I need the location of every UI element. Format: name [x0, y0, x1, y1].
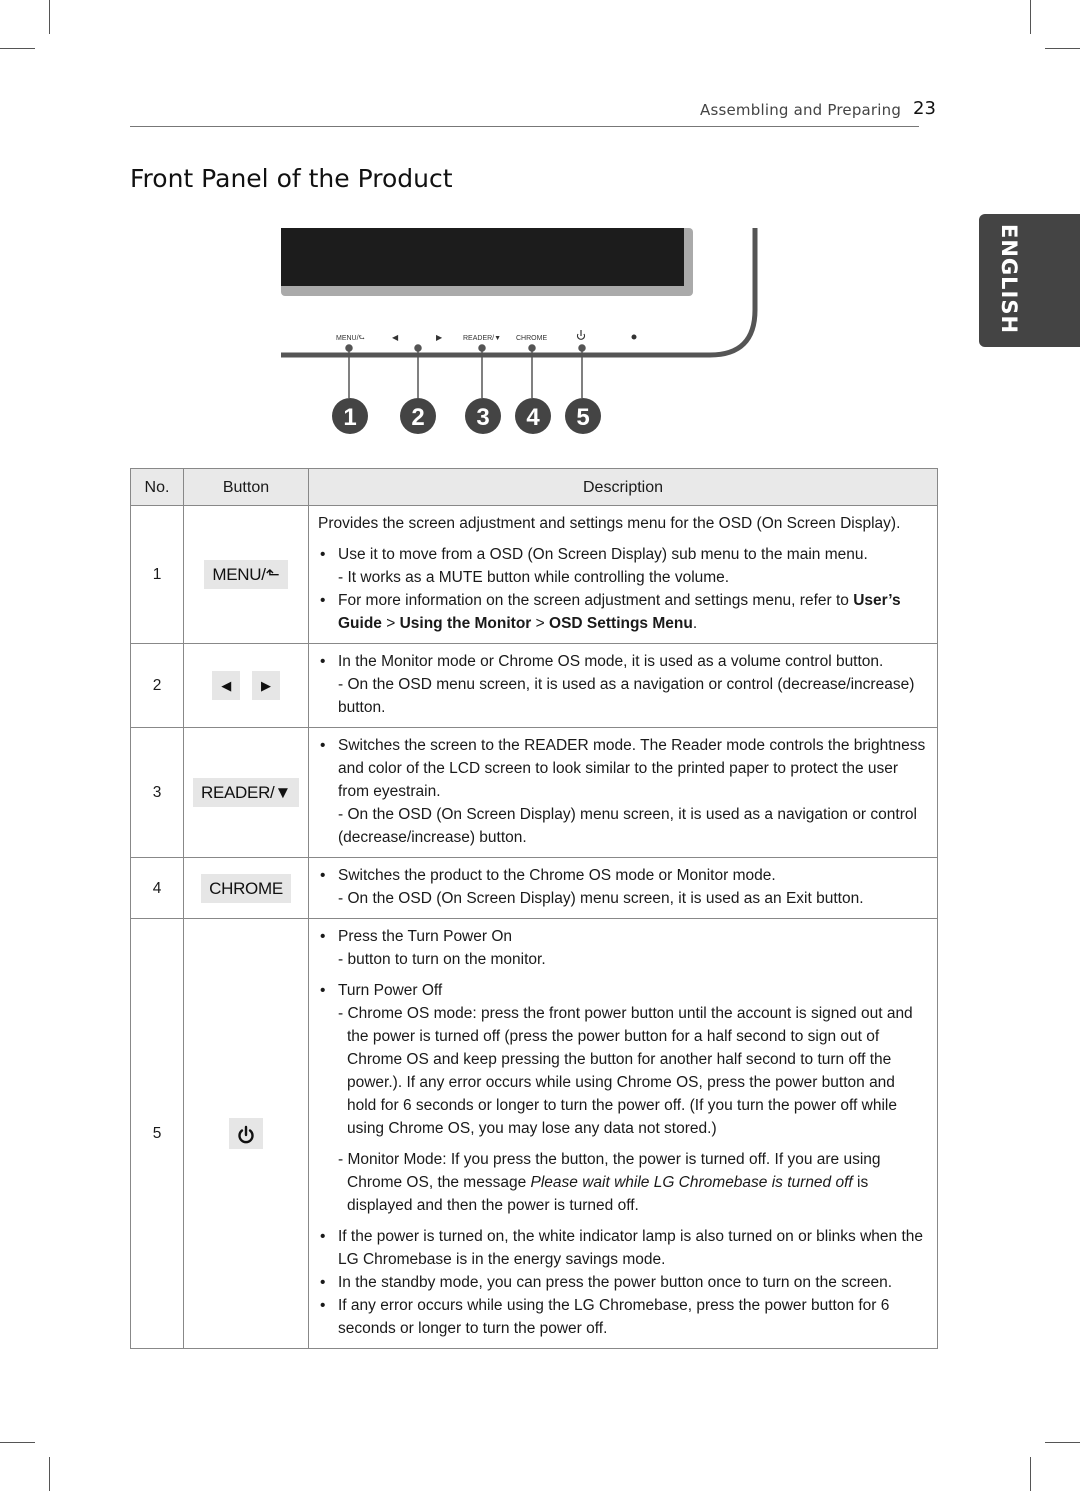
crop-mark: [1045, 48, 1080, 49]
row-description: Provides the screen adjustment and setti…: [308, 505, 938, 644]
language-tab-label: ENGLISH: [997, 224, 1021, 335]
bullet-item: Turn Power Off - Chrome OS mode: press t…: [318, 979, 927, 1217]
callout-5: 5: [576, 404, 589, 431]
language-tab: ENGLISH: [979, 214, 1080, 347]
table-row: 5 Press the Turn Power On- button to tur…: [130, 918, 938, 1349]
crop-mark: [49, 0, 50, 34]
panel-label-reader: READER/▼: [463, 335, 501, 342]
front-panel-diagram: MENU/⮑ ◀ ▶ READER/▼ CHROME 1 2 3 4 5: [270, 220, 770, 440]
power-icon: [238, 1125, 254, 1143]
crop-mark: [49, 1457, 50, 1491]
right-arrow-button-label: ▶: [252, 671, 280, 700]
bullet-item: Switches the screen to the READER mode. …: [318, 734, 927, 849]
panel-label-left: ◀: [392, 333, 399, 342]
ref-using-monitor: Using the Monitor: [399, 615, 532, 632]
running-header: Assembling and Preparing: [700, 101, 902, 119]
sub-paragraph: - Chrome OS mode: press the front power …: [338, 1005, 913, 1137]
row-description: Switches the product to the Chrome OS mo…: [308, 857, 938, 919]
bullet-item: If the power is turned on, the white ind…: [318, 1225, 927, 1271]
bullet-item: For more information on the screen adjus…: [318, 589, 927, 635]
header-description: Description: [308, 468, 938, 506]
menu-button-label: MENU/⬑: [204, 560, 288, 589]
indicator-lamp: [631, 334, 637, 340]
button-dot-1: [345, 344, 353, 352]
button-dot-5: [578, 344, 586, 352]
crop-mark: [0, 48, 35, 49]
table-row: 3 READER/▼ Switches the screen to the RE…: [130, 727, 938, 858]
bullet-item: Press the Turn Power On- button to turn …: [318, 925, 927, 971]
table-row: 2 ◀ ▶ In the Monitor mode or Chrome OS mo…: [130, 643, 938, 728]
table-row: 1 MENU/⬑ Provides the screen adjustment …: [130, 505, 938, 644]
page-number: 23: [913, 98, 936, 119]
screen: [281, 228, 684, 286]
button-dot-3: [478, 344, 486, 352]
button-description-table: No. Button Description 1 MENU/⬑ Provides…: [130, 468, 938, 1349]
chrome-button-label: CHROME: [201, 873, 291, 903]
callout-4: 4: [526, 404, 540, 431]
ref-osd-settings: OSD Settings Menu: [549, 615, 693, 632]
crop-mark: [1030, 0, 1031, 34]
row-description: In the Monitor mode or Chrome OS mode, i…: [308, 643, 938, 728]
header-no: No.: [130, 468, 184, 506]
callout-3: 3: [476, 404, 489, 431]
bullet-item: If any error occurs while using the LG C…: [318, 1294, 927, 1340]
button-dot-2: [414, 344, 422, 352]
row-description: Press the Turn Power On- button to turn …: [308, 918, 938, 1349]
callout-2: 2: [411, 404, 424, 431]
callout-1: 1: [343, 404, 356, 431]
row-number: 5: [130, 918, 184, 1349]
panel-label-chrome: CHROME: [516, 335, 547, 342]
header-rule: [130, 126, 919, 127]
description-intro: Provides the screen adjustment and setti…: [318, 515, 901, 532]
row-number: 1: [130, 505, 184, 644]
panel-label-menu: MENU/⮑: [336, 335, 365, 342]
power-button-label: [229, 1118, 263, 1149]
row-description: Switches the screen to the READER mode. …: [308, 727, 938, 858]
bullet-item: Switches the product to the Chrome OS mo…: [318, 864, 927, 910]
row-number: 2: [130, 643, 184, 728]
sub-paragraph: - Monitor Mode: If you press the button,…: [338, 1151, 881, 1214]
panel-power-icon: [576, 330, 586, 340]
crop-mark: [0, 1442, 35, 1443]
panel-label-right: ▶: [436, 333, 443, 342]
row-number: 3: [130, 727, 184, 858]
page-title: Front Panel of the Product: [130, 164, 453, 193]
left-arrow-button-label: ◀: [212, 671, 240, 700]
bullet-item: Use it to move from a OSD (On Screen Dis…: [318, 543, 927, 589]
button-dot-4: [528, 344, 536, 352]
crop-mark: [1030, 1457, 1031, 1491]
bullet-item: In the Monitor mode or Chrome OS mode, i…: [318, 650, 927, 719]
header-button: Button: [183, 468, 309, 506]
message-text: Please wait while LG Chromebase is turne…: [530, 1174, 853, 1191]
table-header-row: No. Button Description: [130, 468, 938, 506]
reader-button-label: READER/▼: [193, 778, 299, 807]
table-row: 4 CHROME Switches the product to the Chr…: [130, 857, 938, 919]
bullet-item: In the standby mode, you can press the p…: [318, 1271, 927, 1294]
row-number: 4: [130, 857, 184, 919]
crop-mark: [1045, 1442, 1080, 1443]
